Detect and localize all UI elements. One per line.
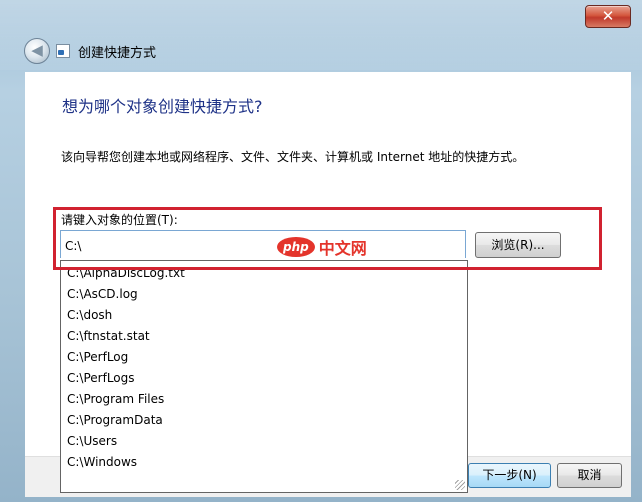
- autocomplete-item[interactable]: C:\PerfLogs: [61, 368, 467, 389]
- page-heading: 想为哪个对象创建快捷方式?: [62, 97, 263, 116]
- autocomplete-item[interactable]: C:\Users: [61, 431, 467, 452]
- autocomplete-item[interactable]: C:\Windows: [61, 452, 467, 473]
- watermark-logo: php: [277, 237, 315, 257]
- watermark-text: 中文网: [318, 239, 367, 258]
- back-arrow-button[interactable]: ◀: [24, 38, 50, 64]
- autocomplete-item[interactable]: C:\PerfLog: [61, 347, 467, 368]
- browse-button[interactable]: 浏览(R)...: [475, 232, 561, 258]
- shortcut-wizard-icon: [56, 44, 70, 58]
- close-button[interactable]: ✕: [585, 5, 631, 28]
- next-button[interactable]: 下一步(N): [468, 463, 551, 488]
- autocomplete-item[interactable]: C:\AsCD.log: [61, 284, 467, 305]
- autocomplete-item[interactable]: C:\ftnstat.stat: [61, 326, 467, 347]
- location-input[interactable]: [60, 230, 466, 258]
- cancel-button[interactable]: 取消: [557, 463, 622, 488]
- autocomplete-item[interactable]: C:\AlphaDiscLog.txt: [61, 263, 467, 284]
- location-label: 请键入对象的位置(T):: [61, 213, 178, 227]
- page-description: 该向导帮您创建本地或网络程序、文件、文件夹、计算机或 Internet 地址的快…: [61, 150, 525, 164]
- back-arrow-icon: ◀: [31, 41, 43, 59]
- resize-grip-icon[interactable]: [455, 480, 465, 490]
- autocomplete-item[interactable]: C:\dosh: [61, 305, 467, 326]
- autocomplete-item[interactable]: C:\ProgramData: [61, 410, 467, 431]
- wizard-title: 创建快捷方式: [78, 46, 157, 61]
- autocomplete-dropdown[interactable]: C:\AlphaDiscLog.txt C:\AsCD.log C:\dosh …: [60, 260, 468, 493]
- watermark: php 中文网: [277, 236, 367, 258]
- autocomplete-item[interactable]: C:\Program Files: [61, 389, 467, 410]
